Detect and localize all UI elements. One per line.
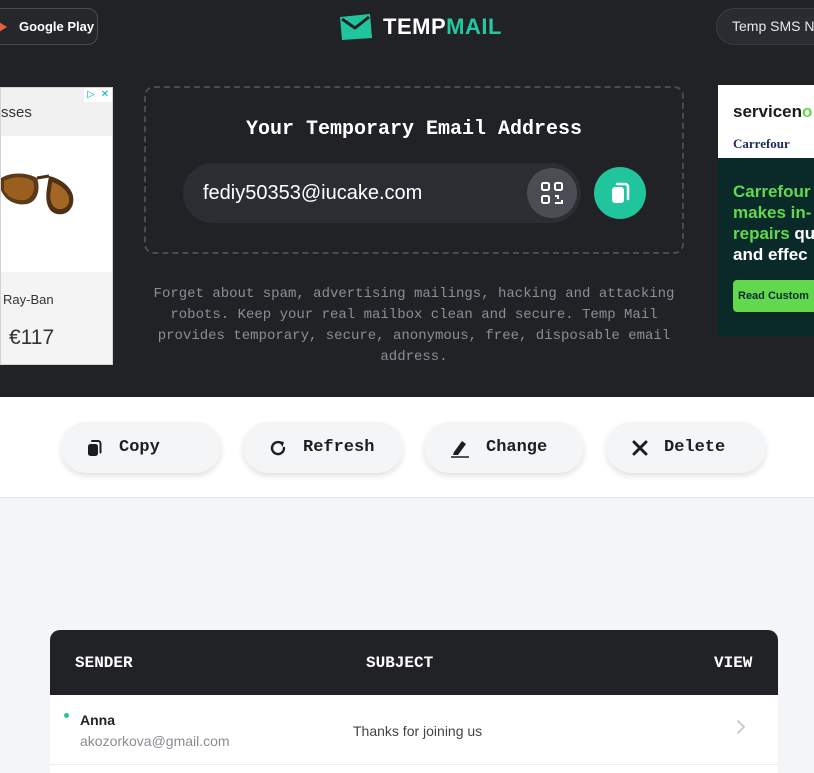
ad-right-cta-button[interactable]: Read Custom [733, 280, 814, 312]
action-bar: Copy Refresh Change Delete [0, 397, 814, 498]
sender-name: Anna [80, 712, 115, 728]
ad-brand: Ray-Ban [3, 292, 54, 307]
ad-price: €117 [9, 326, 55, 349]
refresh-button[interactable]: Refresh [243, 422, 403, 473]
temp-sms-button[interactable]: Temp SMS Nu [716, 8, 814, 45]
email-address-field[interactable]: fediy50353@iucake.com [183, 163, 581, 223]
ad-right-brand: serviceno [733, 102, 813, 121]
email-address-value[interactable]: fediy50353@iucake.com [203, 182, 422, 205]
logo-text-temp: TEMP [383, 14, 447, 39]
hero-section: Google Play TEMPMAIL Temp SMS Nu sses ▷ ✕… [0, 0, 814, 397]
ad-banner-left[interactable]: sses ▷ ✕ Ray-Ban €117 [0, 87, 113, 365]
envelope-logo-icon [340, 14, 372, 40]
email-description: Forget about spam, advertising mailings,… [153, 286, 675, 365]
sender-email: akozorkova@gmail.com [80, 733, 230, 749]
qr-code-icon [541, 182, 563, 204]
google-play-button[interactable]: Google Play [0, 8, 98, 45]
ad-banner-right[interactable]: serviceno Carrefour Carrefour makes in- … [718, 85, 814, 336]
copy-icon [88, 439, 102, 456]
close-icon [632, 440, 648, 455]
inbox-table: SENDER SUBJECT VIEW Anna akozorkova@gmai… [50, 630, 778, 773]
inbox-message-row[interactable]: Anna akozorkova@gmail.com Thanks for joi… [50, 695, 778, 765]
change-button[interactable]: Change [424, 422, 584, 473]
qr-code-button[interactable] [527, 168, 577, 218]
logo-text-mail: MAIL [446, 14, 502, 39]
edit-pen-icon [451, 440, 469, 458]
site-logo[interactable]: TEMPMAIL [337, 13, 502, 41]
delete-button[interactable]: Delete [606, 422, 766, 473]
inbox-header: SENDER SUBJECT VIEW [50, 630, 778, 695]
refresh-icon [270, 440, 286, 455]
google-play-label: Google Play [19, 19, 95, 34]
sunglasses-image [1, 173, 74, 215]
adchoices-icon[interactable]: ▷ ✕ [84, 88, 112, 102]
refresh-button-label: Refresh [303, 438, 375, 457]
copy-button[interactable]: Copy [61, 422, 221, 473]
ad-heading: sses [1, 104, 32, 121]
delete-button-label: Delete [664, 438, 726, 457]
google-play-icon [0, 21, 7, 32]
copy-address-button[interactable] [594, 167, 646, 219]
copy-button-label: Copy [119, 438, 160, 457]
copy-icon [612, 182, 630, 203]
ad-right-sponsor: Carrefour [733, 136, 790, 151]
temp-email-panel: Your Temporary Email Address fediy50353@… [144, 86, 684, 254]
unread-indicator [64, 713, 69, 718]
ad-right-copy: Carrefour makes in- repairs qu and effec [733, 182, 814, 264]
column-subject: SUBJECT [366, 654, 434, 672]
column-view: VIEW [714, 654, 753, 672]
message-subject: Thanks for joining us [353, 723, 483, 739]
email-title: Your Temporary Email Address [245, 118, 583, 141]
column-sender: SENDER [75, 654, 133, 672]
change-button-label: Change [486, 438, 548, 457]
chevron-right-icon[interactable] [737, 720, 745, 734]
